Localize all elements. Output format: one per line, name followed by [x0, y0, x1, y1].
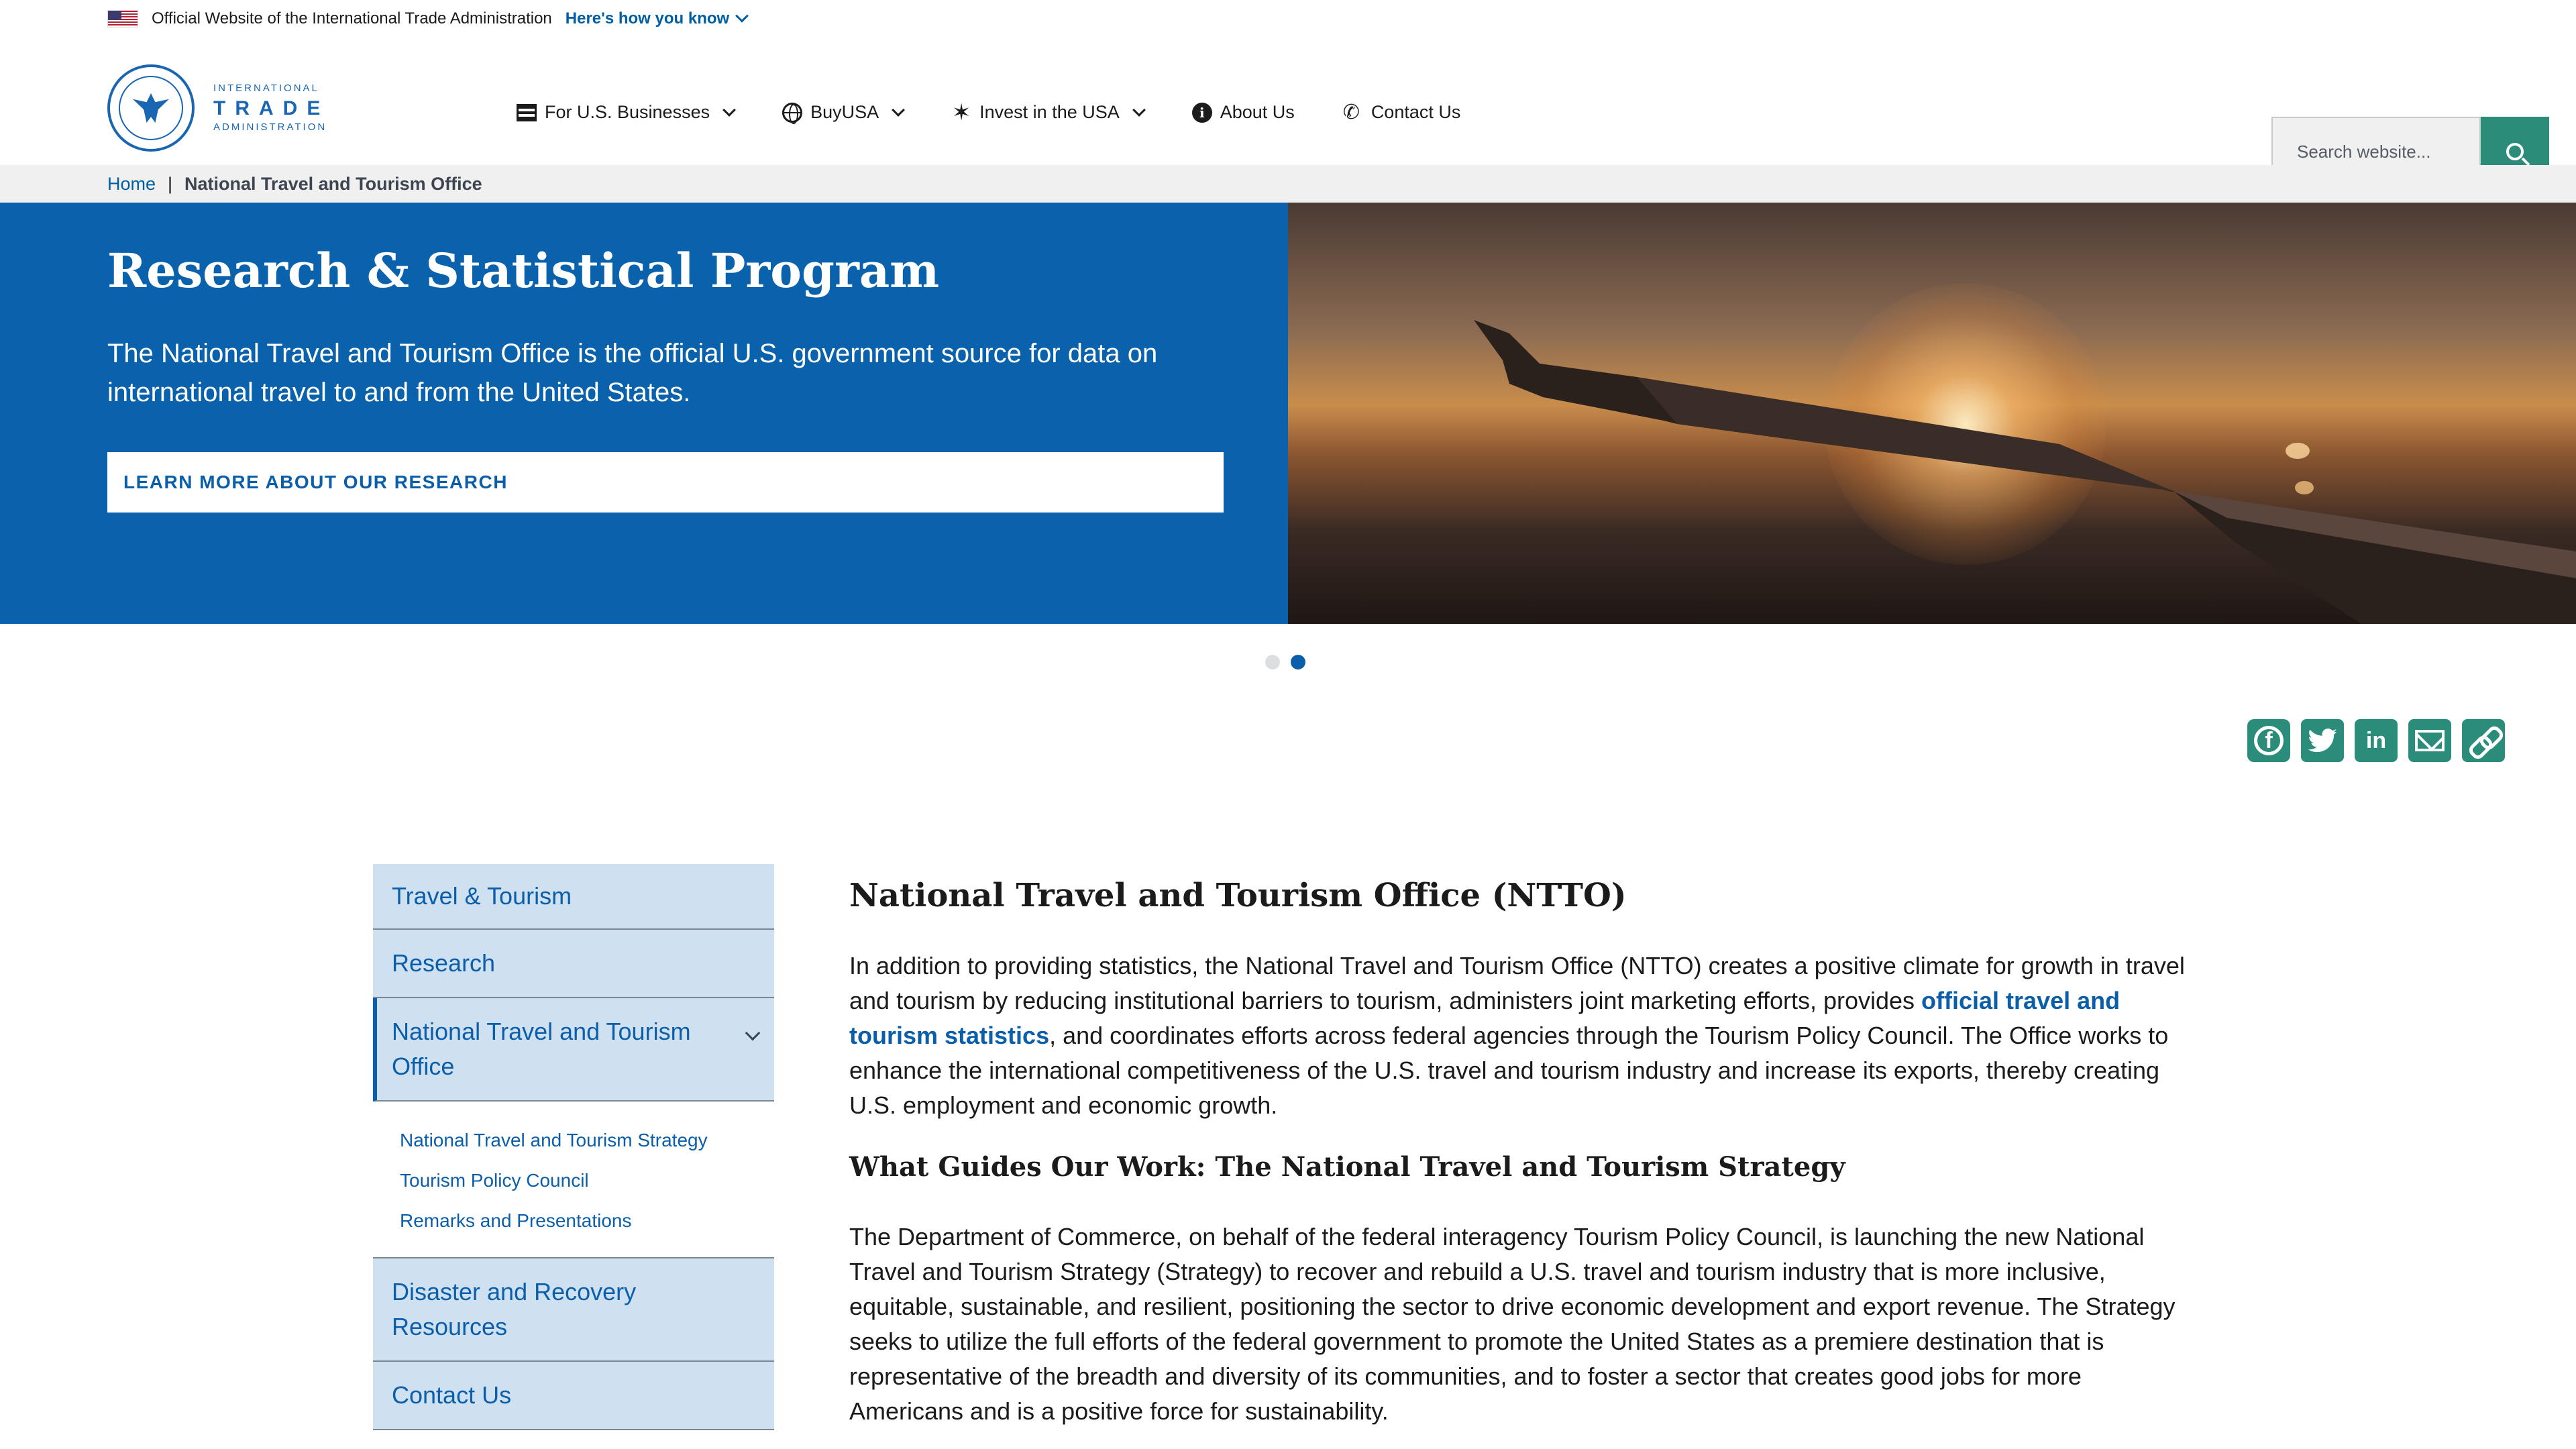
hero-carousel: Research & Statistical Program The Natio… [0, 203, 2576, 624]
nav-label: Invest in the USA [979, 102, 1120, 122]
nav-label: About Us [1220, 102, 1295, 122]
intro-paragraph: In addition to providing statistics, the… [849, 949, 2198, 1123]
sidebar-item-research[interactable]: Research [373, 930, 774, 998]
airplane-wing-graphic [1474, 320, 2576, 624]
email-icon [2415, 730, 2445, 751]
us-flag-icon [107, 10, 138, 28]
nav-label: Contact Us [1371, 102, 1461, 122]
learn-more-research-button[interactable]: LEARN MORE ABOUT OUR RESEARCH [107, 452, 1224, 513]
info-icon: i [1191, 102, 1212, 123]
nav-invest-in-usa[interactable]: ✶ Invest in the USA [951, 99, 1146, 125]
nav-buyusa[interactable]: BuyUSA [782, 102, 906, 124]
sidebar-subitem-remarks[interactable]: Remarks and Presentations [400, 1201, 774, 1241]
share-linkedin-button[interactable]: in [2355, 719, 2398, 762]
linkedin-icon: in [2365, 727, 2387, 753]
logo-line-2: TRADE [213, 97, 330, 119]
hero-title: Research & Statistical Program [107, 243, 940, 299]
page-title: National Travel and Tourism Office (NTTO… [849, 877, 1627, 914]
gov-banner-text: Official Website of the International Tr… [152, 9, 552, 28]
hero-image-airplane-wing [1288, 203, 2576, 624]
chevron-down-icon [1132, 103, 1146, 117]
nav-label: For U.S. Businesses [545, 102, 710, 122]
share-buttons: f in [2247, 719, 2505, 762]
sidebar-item-label: National Travel and Tourism Office [392, 1018, 691, 1080]
logo-line-1: INTERNATIONAL [213, 83, 319, 94]
sidebar-nav: Travel & Tourism Research National Trave… [373, 864, 774, 1430]
chevron-down-icon [892, 103, 906, 117]
chevron-down-icon [735, 9, 749, 23]
share-email-button[interactable] [2408, 719, 2451, 762]
main-nav: For U.S. Businesses BuyUSA ✶ Invest in t… [517, 99, 1509, 125]
twitter-icon [2308, 729, 2337, 753]
logo-line-3: ADMINISTRATION [213, 121, 327, 133]
eagle-icon [133, 93, 169, 123]
strategy-paragraph: The Department of Commerce, on behalf of… [849, 1223, 2176, 1425]
sidebar-item-ntto[interactable]: National Travel and Tourism Office [373, 998, 774, 1102]
sidebar-submenu: National Travel and Tourism Strategy Tou… [373, 1102, 774, 1258]
search-icon [2506, 143, 2524, 160]
breadcrumb-separator: | [168, 173, 173, 194]
carousel-dot-2[interactable] [1291, 655, 1305, 669]
share-twitter-button[interactable] [2301, 719, 2344, 762]
sidebar-item-disaster-recovery[interactable]: Disaster and Recovery Resources [373, 1258, 774, 1362]
nav-for-us-businesses[interactable]: For U.S. Businesses [517, 102, 736, 123]
chevron-down-icon [722, 103, 736, 117]
copy-link-icon [2470, 727, 2497, 754]
ita-logo[interactable]: INTERNATIONAL TRADE ADMINISTRATION [107, 64, 329, 152]
sidebar-subitem-strategy[interactable]: National Travel and Tourism Strategy [400, 1120, 774, 1161]
carousel-dot-1[interactable] [1265, 655, 1280, 669]
main-content: National Travel and Tourism Office (NTTO… [849, 872, 2198, 1429]
sidebar-subitem-tourism-policy-council[interactable]: Tourism Policy Council [400, 1161, 774, 1201]
facebook-icon: f [2254, 726, 2284, 755]
nav-contact-us[interactable]: ✆ Contact Us [1343, 102, 1461, 123]
nav-label: BuyUSA [810, 102, 879, 122]
hero-description: The National Travel and Tourism Office i… [107, 339, 1158, 407]
gov-banner: Official Website of the International Tr… [0, 0, 2576, 38]
carousel-indicators [1265, 655, 1305, 669]
business-icon [517, 103, 537, 121]
breadcrumb: Home | National Travel and Tourism Offic… [0, 165, 2576, 203]
phone-icon: ✆ [1342, 101, 1360, 123]
breadcrumb-current: National Travel and Tourism Office [184, 173, 482, 194]
nav-about-us[interactable]: i About Us [1191, 102, 1295, 123]
share-facebook-button[interactable]: f [2247, 719, 2290, 762]
logo-wordmark: INTERNATIONAL TRADE ADMINISTRATION [213, 83, 329, 133]
sidebar-item-contact-us[interactable]: Contact Us [373, 1362, 774, 1430]
how-you-know-link[interactable]: Here's how you know [565, 9, 749, 28]
site-header: INTERNATIONAL TRADE ADMINISTRATION For U… [0, 38, 2576, 186]
department-seal-icon [107, 64, 195, 152]
sidebar-item-travel-tourism[interactable]: Travel & Tourism [373, 864, 774, 930]
section-heading: What Guides Our Work: The National Trave… [849, 1151, 1845, 1183]
copy-link-button[interactable] [2462, 719, 2505, 762]
star-icon: ✶ [951, 99, 971, 125]
breadcrumb-home-link[interactable]: Home [107, 174, 156, 195]
globe-icon [782, 102, 803, 124]
how-you-know-label: Here's how you know [565, 9, 730, 28]
hero-panel: Research & Statistical Program The Natio… [0, 203, 1288, 624]
chevron-down-icon[interactable] [745, 1025, 761, 1041]
